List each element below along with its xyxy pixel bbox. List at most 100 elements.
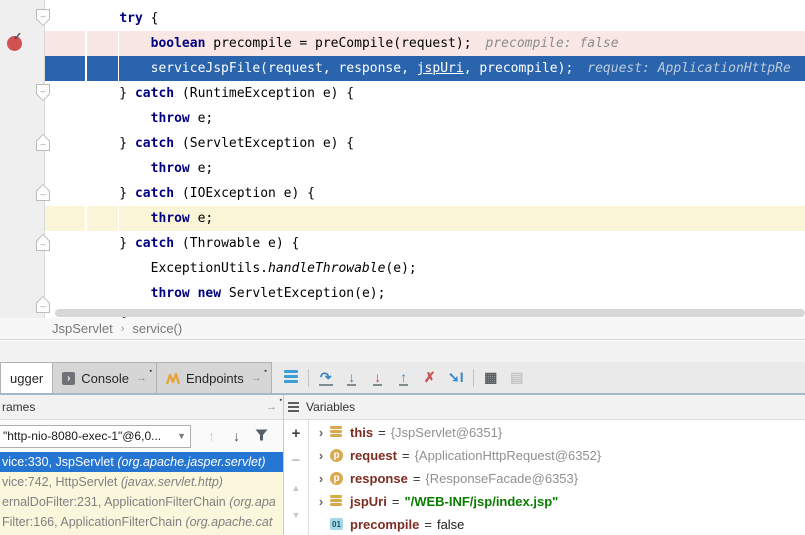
navigate-up-icon[interactable]: ▲ <box>284 474 308 501</box>
tab-label: Endpoints <box>186 371 244 386</box>
stack-frame-row[interactable]: ernalDoFilter:231, ApplicationFilterChai… <box>0 492 283 512</box>
hamburger-menu-icon[interactable] <box>278 368 304 388</box>
expand-chevron-icon[interactable]: › <box>313 448 329 463</box>
variable-row[interactable]: ›presponse={ResponseFacade@6353} <box>309 467 805 490</box>
tab-console[interactable]: ›Console→▪ <box>53 362 157 393</box>
variable-value: "/WEB-INF/jsp/index.jsp" <box>404 494 558 509</box>
tab-label: ugger <box>10 371 43 386</box>
stack-frame-row[interactable]: Filter:166, ApplicationFilterChain (org.… <box>0 512 283 532</box>
equals-sign: = <box>392 494 400 509</box>
code-line[interactable]: } catch (RuntimeException e) { <box>88 81 805 106</box>
editor-gutter[interactable]: ✓ <box>0 0 45 318</box>
code-line[interactable]: } catch (ServletException e) { <box>88 131 805 156</box>
code-line[interactable]: } catch (IOException e) { <box>88 181 805 206</box>
tab-dock-indicator-icon: →▪ <box>251 372 262 384</box>
thread-selector-dropdown[interactable]: "http-nio-8080-exec-1"@6,0... ▼ <box>0 425 191 448</box>
variable-name: this <box>350 425 373 440</box>
editor-horizontal-scrollbar[interactable] <box>55 309 805 317</box>
code-line[interactable]: throw e; <box>88 106 805 131</box>
code-text <box>88 211 151 226</box>
tab-endpoints[interactable]: Endpoints →▪ <box>157 362 272 393</box>
fold-marker-icon[interactable]: – <box>36 9 50 26</box>
code-text: catch <box>135 186 174 201</box>
breadcrumb-separator: › <box>121 323 125 335</box>
frames-header-arrow-icon[interactable]: →▪ <box>266 401 277 413</box>
code-line[interactable]: throw e; <box>88 206 805 231</box>
code-text: catch <box>135 86 174 101</box>
fold-marker-icon[interactable]: – <box>36 296 50 313</box>
stack-frame-row[interactable]: vice:330, JspServlet (org.apache.jasper.… <box>0 452 283 472</box>
variables-panel-header: Variables <box>284 395 805 420</box>
code-line[interactable]: serviceJspFile(request, response, jspUri… <box>88 56 805 81</box>
add-watch-icon[interactable]: + <box>284 420 308 447</box>
code-text: handleThrowable <box>268 261 385 276</box>
frame-up-icon[interactable]: ↑ <box>199 428 224 444</box>
force-step-into-icon[interactable]: ↓ <box>365 369 391 386</box>
frames-toolbar: "http-nio-8080-exec-1"@6,0... ▼ ↑↓ <box>0 420 283 452</box>
variable-value: {ApplicationHttpRequest@6352} <box>415 448 602 463</box>
frame-package: (org.apache.jasper.servlet) <box>117 455 265 469</box>
variables-title: Variables <box>306 400 355 414</box>
equals-sign: = <box>378 425 386 440</box>
code-line[interactable]: throw e; <box>88 156 805 181</box>
step-over-icon[interactable]: ↷ <box>313 369 339 386</box>
tab-dock-indicator-icon: →▪ <box>136 372 147 384</box>
tab-ugger[interactable]: ugger <box>0 362 53 393</box>
variable-name: request <box>350 448 397 463</box>
code-text: jspUri <box>417 61 464 76</box>
breadcrumb-item[interactable]: service() <box>132 321 182 336</box>
code-text: throw <box>151 161 190 176</box>
equals-sign: = <box>424 517 432 532</box>
expand-chevron-icon[interactable]: › <box>313 471 329 486</box>
code-line[interactable]: } catch (Throwable e) { <box>88 231 805 256</box>
code-text: serviceJspFile(request, response, <box>88 61 417 76</box>
variable-name: jspUri <box>350 494 387 509</box>
code-line[interactable]: try { <box>88 6 805 31</box>
console-icon: › <box>62 372 75 385</box>
variables-menu-icon[interactable] <box>288 400 299 414</box>
variable-value: {JspServlet@6351} <box>391 425 503 440</box>
step-out-icon[interactable]: ↑ <box>391 369 417 386</box>
endpoints-icon <box>166 372 180 385</box>
breadcrumb-item[interactable]: JspServlet <box>52 321 113 336</box>
variable-row[interactable]: › jspUri = "/WEB-INF/jsp/index.jsp" <box>309 490 805 513</box>
frame-down-icon[interactable]: ↓ <box>224 428 249 444</box>
frame-location: Filter:166, ApplicationFilterChain <box>2 515 185 529</box>
remove-watch-icon[interactable]: − <box>284 447 308 474</box>
equals-sign: = <box>413 471 421 486</box>
code-text: throw <box>151 286 190 301</box>
code-text: ExceptionUtils. <box>88 261 268 276</box>
code-line[interactable]: boolean precompile = preCompile(request)… <box>88 31 805 56</box>
code-text: } <box>88 86 135 101</box>
fold-marker-icon[interactable]: – <box>36 234 50 251</box>
code-editor[interactable]: ✓ – – – – – – try { boolean precompile = preC… <box>0 0 805 318</box>
code-text: } <box>88 186 135 201</box>
navigate-down-icon[interactable]: ▼ <box>284 501 308 528</box>
breadcrumb: JspServlet › service() <box>0 318 805 340</box>
evaluate-expression-icon[interactable]: ▦ <box>478 369 504 386</box>
code-text: e; <box>190 111 213 126</box>
debugger-inline-hint: precompile: false <box>486 36 619 51</box>
code-text: (ServletException e) { <box>174 136 354 151</box>
variable-row[interactable]: ›prequest={ApplicationHttpRequest@6352} <box>309 444 805 467</box>
expand-chevron-icon[interactable]: › <box>313 494 329 509</box>
code-text <box>88 111 151 126</box>
layout-settings-icon[interactable]: ▤ <box>504 369 530 386</box>
filter-frames-icon[interactable] <box>249 428 274 444</box>
code-line[interactable]: throw new ServletException(e); <box>88 281 805 306</box>
fold-marker-icon[interactable]: – <box>36 134 50 151</box>
expand-chevron-icon[interactable]: › <box>313 425 329 440</box>
variable-row[interactable]: › this = {JspServlet@6351} <box>309 421 805 444</box>
drop-frame-icon[interactable]: ✗ <box>417 369 443 386</box>
variable-row[interactable]: 01precompile=false <box>309 513 805 535</box>
stack-frame-row[interactable]: vice:742, HttpServlet (javax.servlet.htt… <box>0 472 283 492</box>
fold-marker-icon[interactable]: – <box>36 184 50 201</box>
frame-package: (org.apache.cat <box>185 515 272 529</box>
fold-marker-icon[interactable]: – <box>36 84 50 101</box>
code-text: { <box>143 11 159 26</box>
variable-value: {ResponseFacade@6353} <box>425 471 578 486</box>
code-line[interactable]: ExceptionUtils.handleThrowable(e); <box>88 256 805 281</box>
code-text: e; <box>190 211 213 226</box>
step-into-icon[interactable]: ↓ <box>339 369 365 386</box>
run-to-cursor-icon[interactable]: ➘I <box>443 369 469 386</box>
